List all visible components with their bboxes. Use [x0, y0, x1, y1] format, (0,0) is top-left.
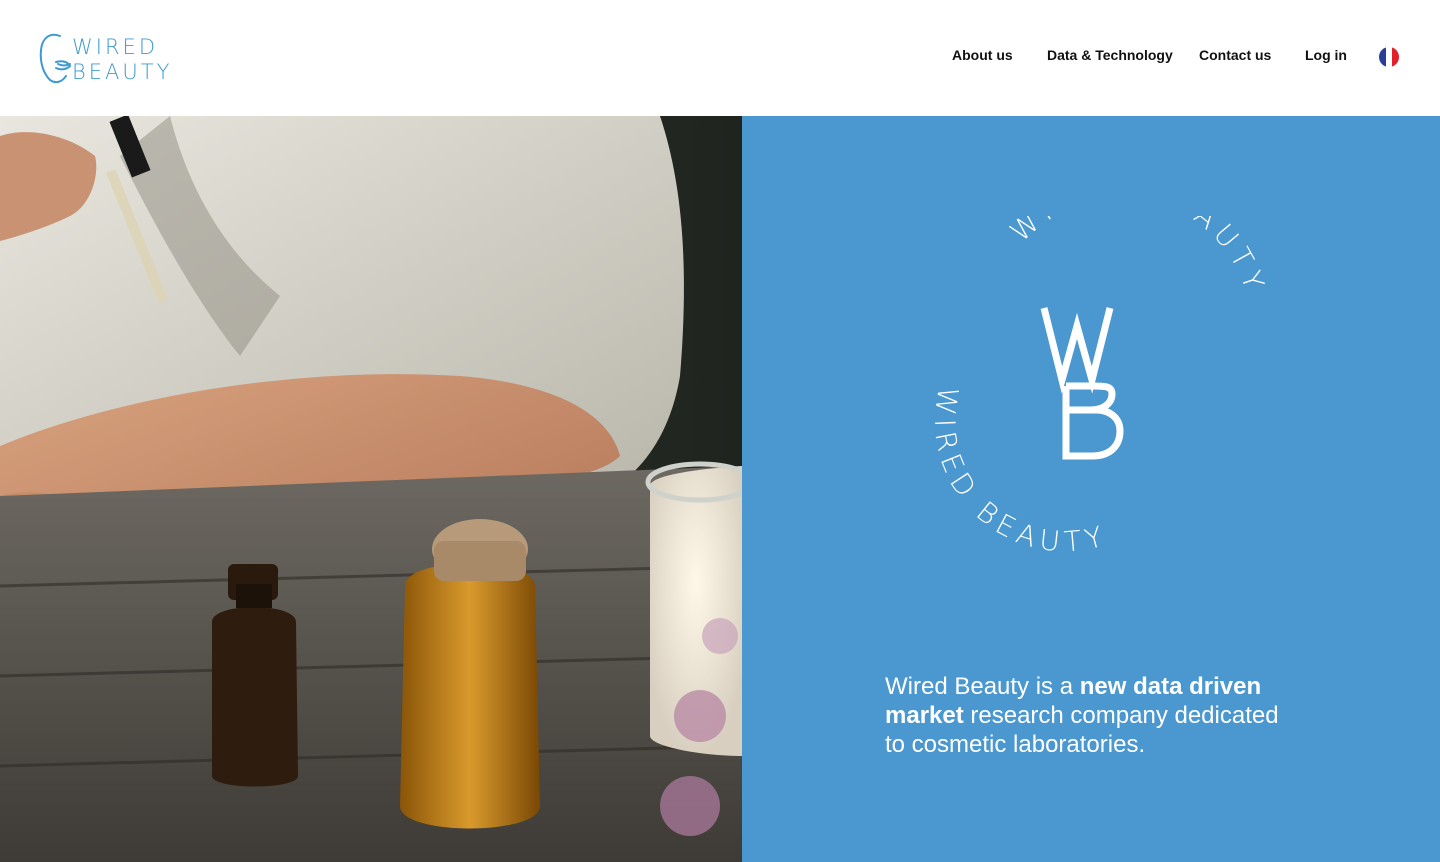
logo-text-line2: BEAUTY [72, 60, 173, 84]
hero-image [0, 116, 742, 862]
emblem-ring-text-top: WIRED BEAUTY [1004, 216, 1272, 299]
site-header: WIRED BEAUTY About us Data & Technology … [0, 0, 1440, 116]
wired-beauty-logo[interactable]: WIRED BEAUTY [36, 30, 206, 86]
nav-contact-us[interactable]: Contact us [1199, 47, 1271, 63]
hero-info-panel: WIRED BEAUTY WIRED BEAUTY Wired Beauty i… [742, 116, 1440, 862]
emblem-letter-w [1040, 307, 1114, 394]
nav-log-in[interactable]: Log in [1305, 47, 1347, 63]
nav-data-technology[interactable]: Data & Technology [1047, 47, 1173, 63]
tagline-text-start: Wired Beauty is a [885, 673, 1080, 700]
france-flag-icon[interactable] [1379, 47, 1399, 67]
hero-photo-illustration [0, 116, 742, 862]
wired-beauty-emblem: WIRED BEAUTY WIRED BEAUTY [927, 216, 1272, 556]
nav-about-us[interactable]: About us [952, 47, 1013, 63]
hero-tagline: Wired Beauty is a new data driven market… [885, 672, 1305, 759]
emblem-letter-b [1062, 382, 1124, 460]
face-profile-icon [39, 33, 72, 84]
logo-text-line1: WIRED [72, 35, 158, 59]
